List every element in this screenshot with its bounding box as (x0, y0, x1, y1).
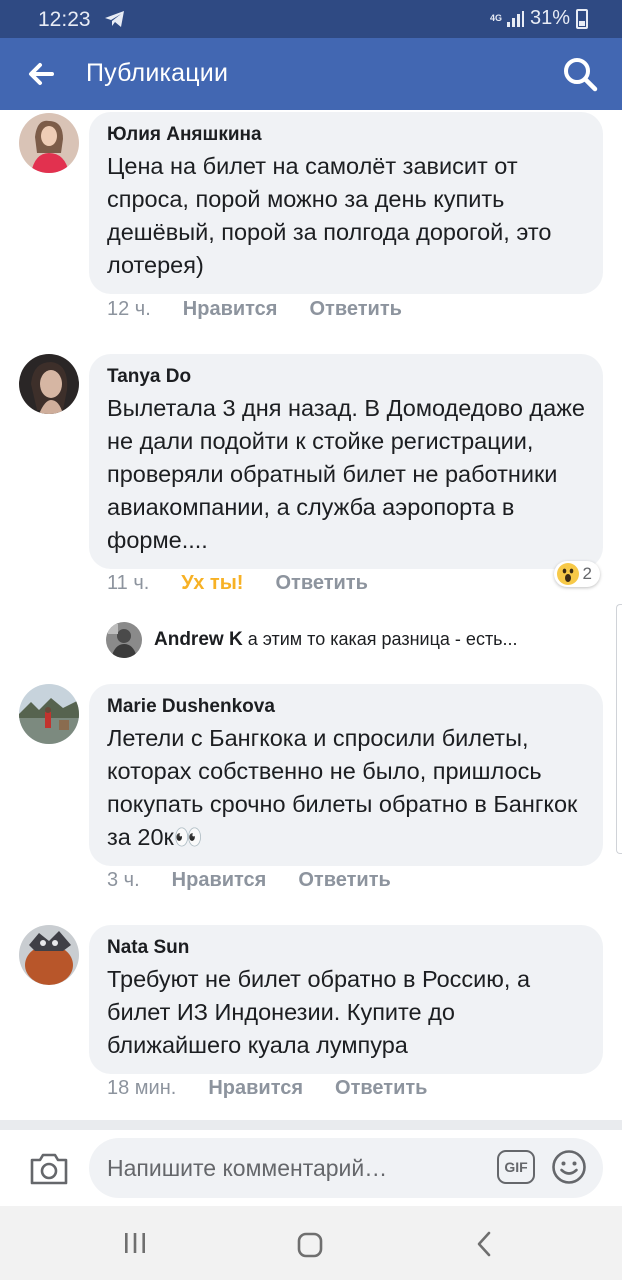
arrow-left-icon[interactable] (22, 56, 62, 92)
avatar-photo (19, 354, 79, 414)
status-time: 12:23 (38, 8, 91, 31)
comment-actions: 3 ч. Нравится Ответить (107, 869, 391, 892)
comment-time: 18 мин. (107, 1077, 177, 1099)
like-button[interactable]: Нравится (183, 298, 278, 321)
avatar[interactable] (19, 925, 79, 985)
comment-author[interactable]: Nata Sun (107, 937, 585, 959)
recents-icon[interactable] (122, 1232, 148, 1254)
comment-actions: 11 ч. Ух ты! Ответить (107, 572, 368, 595)
avatar-photo (19, 925, 79, 985)
comment-text: Вылетала 3 дня назад. В Домодедово даже … (107, 395, 585, 553)
avatar[interactable] (19, 684, 79, 744)
reply-button[interactable]: Ответить (275, 572, 367, 595)
comment-text: Цена на билет на самолёт зависит от спро… (107, 153, 552, 278)
comments-feed[interactable]: Юлия Аняшкина Цена на билет на самолёт з… (0, 110, 622, 1120)
smiley-icon[interactable] (551, 1149, 587, 1185)
scroll-indicator[interactable] (616, 604, 622, 854)
page-title: Публикации (86, 59, 229, 87)
camera-icon[interactable] (28, 1148, 70, 1188)
reply-author[interactable]: Andrew K (154, 629, 243, 650)
avatar-photo (19, 113, 79, 173)
comment-bubble[interactable]: Юлия Аняшкина Цена на билет на самолёт з… (89, 112, 603, 294)
like-button[interactable]: Нравится (172, 869, 267, 892)
comment-text: Требуют не билет обратно в Россию, а бил… (107, 966, 531, 1058)
comment-time: 3 ч. (107, 869, 140, 891)
reply-button[interactable]: Ответить (309, 298, 401, 321)
avatar-photo (106, 622, 142, 658)
search-icon[interactable] (560, 54, 600, 94)
comment-bubble[interactable]: Tanya Do Вылетала 3 дня назад. В Домодед… (89, 354, 603, 569)
battery-icon (576, 8, 588, 29)
chevron-left-icon[interactable] (473, 1231, 495, 1257)
avatar[interactable] (106, 622, 142, 658)
comment-actions: 18 мин. Нравится Ответить (107, 1077, 427, 1100)
reaction-summary[interactable]: 2 (553, 561, 600, 587)
reaction-count: 2 (582, 564, 592, 583)
reply-button[interactable]: Ответить (335, 1077, 427, 1100)
comment-composer: GIF (0, 1130, 622, 1206)
status-indicators: 4G 31% (490, 7, 588, 30)
comment-bubble[interactable]: Marie Dushenkova Летели с Бангкока и спр… (89, 684, 603, 866)
gif-button[interactable]: GIF (497, 1150, 535, 1184)
battery-percent: 31% (529, 7, 570, 29)
reply-button[interactable]: Ответить (298, 869, 390, 892)
like-button[interactable]: Нравится (208, 1077, 303, 1100)
comment-author[interactable]: Tanya Do (107, 366, 585, 388)
reply-preview[interactable]: Andrew K а этим то какая разница - есть.… (106, 622, 606, 658)
wow-reaction-button[interactable]: Ух ты! (181, 572, 243, 595)
divider (0, 1120, 622, 1130)
signal-icon (506, 10, 524, 27)
comment-author[interactable]: Marie Dushenkova (107, 696, 585, 718)
avatar-photo (19, 684, 79, 744)
avatar[interactable] (19, 113, 79, 173)
wow-reaction-icon (556, 563, 579, 585)
app-bar: Публикации (0, 38, 622, 110)
system-nav-bar (0, 1206, 622, 1280)
reply-preview-text: Andrew K а этим то какая разница - есть.… (154, 629, 518, 651)
comment-text: Летели с Бангкока и спросили билеты, кот… (107, 725, 578, 850)
reply-snippet: а этим то какая разница - есть... (247, 629, 518, 649)
telegram-icon (105, 11, 124, 27)
comment-author[interactable]: Юлия Аняшкина (107, 124, 585, 146)
comment-bubble[interactable]: Nata Sun Требуют не билет обратно в Росс… (89, 925, 603, 1074)
comment-time: 11 ч. (107, 572, 150, 594)
comment-time: 12 ч. (107, 298, 151, 320)
network-type: 4G (489, 13, 502, 23)
home-icon[interactable] (297, 1232, 323, 1258)
avatar[interactable] (19, 354, 79, 414)
comment-actions: 12 ч. Нравится Ответить (107, 298, 402, 321)
status-bar: 12:23 4G 31% (0, 0, 622, 38)
